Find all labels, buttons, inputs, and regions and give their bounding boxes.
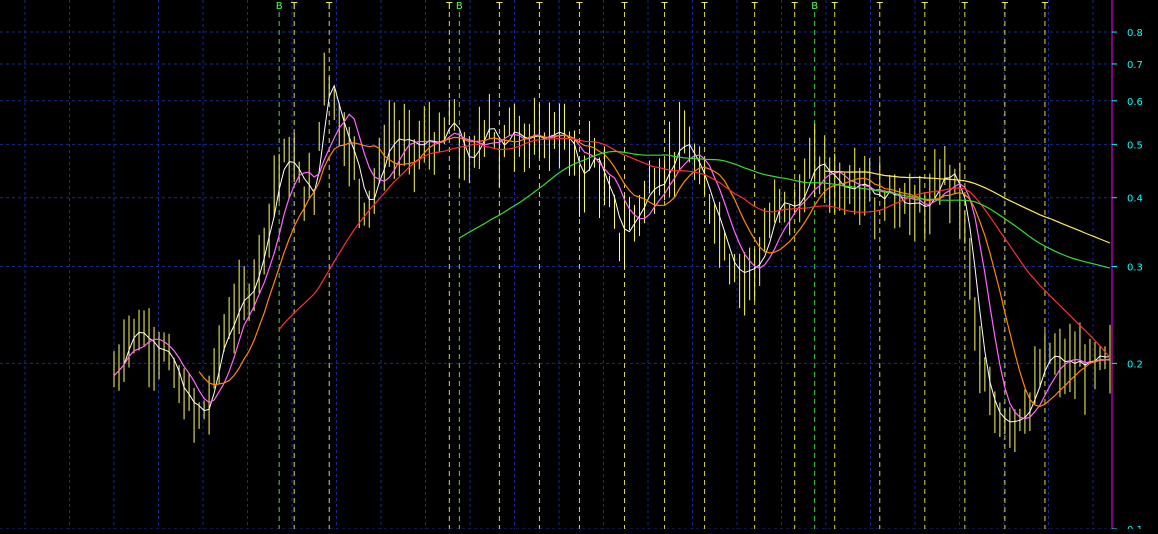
ma-line-yellow: [824, 170, 1111, 244]
signal-label-t: T: [495, 1, 503, 12]
signal-label-t: T: [620, 1, 628, 12]
price-chart: BTTTBTTTTTTTTBTTTTTT 0.8 0.7 0.6 0.5 0.4 0.3 0…: [0, 0, 1158, 534]
signal-layer: BTTTBTTTTTTTTBTTTTTT: [276, 1, 1049, 529]
tick-label: 0.2: [1127, 359, 1143, 370]
signal-label-t: T: [575, 1, 583, 12]
tick-label: 0.7: [1127, 60, 1143, 71]
signal-label-t: T: [921, 1, 929, 12]
signal-label-t: T: [535, 1, 543, 12]
signal-label-t: T: [1001, 1, 1009, 12]
signal-label-b: B: [811, 1, 818, 12]
tick-label: 0.6: [1127, 97, 1143, 108]
moving-average-lines: [113, 84, 1111, 423]
signal-label-t: T: [751, 1, 759, 12]
price-bars: [113, 52, 1111, 452]
tick-label: 0.1: [1127, 525, 1143, 529]
signal-label-t: T: [290, 1, 298, 12]
signal-label-b: B: [276, 1, 283, 12]
ma-line-short: [113, 84, 1111, 423]
signal-label-b: B: [456, 1, 463, 12]
tick-label: 0.8: [1127, 28, 1143, 39]
signal-label-t: T: [1041, 1, 1049, 12]
signal-label-t: T: [876, 1, 884, 12]
y-axis: 0.8 0.7 0.6 0.5 0.4 0.3 0.2 0.1: [1111, 0, 1143, 534]
tick-label: 0.3: [1127, 262, 1143, 273]
signal-label-t: T: [445, 1, 453, 12]
signal-label-t: T: [831, 1, 839, 12]
signal-label-t: T: [660, 1, 668, 12]
signal-label-t: T: [791, 1, 799, 12]
chart-canvas: BTTTBTTTTTTTTBTTTTTT 0.80.70.60.50.40.30…: [0, 0, 1143, 534]
tick-label: 0.5: [1127, 140, 1143, 151]
tick-label: 0.4: [1127, 194, 1143, 205]
signal-label-t: T: [325, 1, 333, 12]
signal-label-t: T: [961, 1, 969, 12]
grid-layer: [0, 0, 1112, 530]
signal-label-t: T: [701, 1, 709, 12]
